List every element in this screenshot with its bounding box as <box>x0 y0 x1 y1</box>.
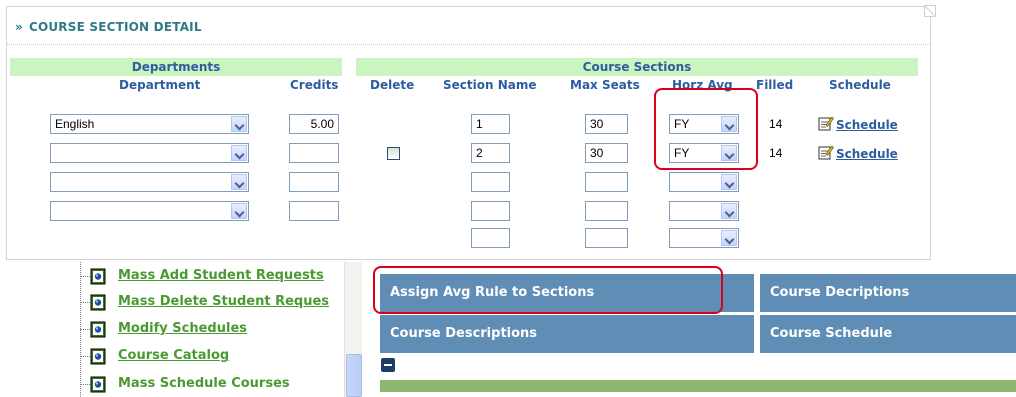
document-icon <box>90 376 106 393</box>
panel-header: » COURSE SECTION DETAIL <box>7 7 930 45</box>
section-name-input[interactable] <box>471 201 510 221</box>
chevron-down-icon[interactable] <box>231 174 247 190</box>
course-sections-group-header: Course Sections <box>356 58 918 76</box>
schedule-link[interactable]: Schedule <box>818 144 898 161</box>
horz-avg-select[interactable]: FY <box>669 114 739 134</box>
chevron-down-icon[interactable] <box>721 174 737 190</box>
delete-checkbox[interactable] <box>387 147 400 160</box>
tree-item-modify-schedules[interactable]: Modify Schedules <box>60 317 360 343</box>
document-icon <box>90 268 106 285</box>
tree-connector <box>80 329 90 330</box>
column-header-delete: Delete <box>370 78 415 92</box>
max-seats-input[interactable] <box>585 201 628 221</box>
column-header-filled: Filled <box>756 78 794 92</box>
document-icon <box>90 294 106 311</box>
tree-connector <box>80 356 90 357</box>
max-seats-input[interactable] <box>585 172 628 192</box>
navigation-tree: Mass Add Student Requests Mass Delete St… <box>60 262 364 397</box>
department-select[interactable] <box>50 201 249 221</box>
horz-avg-select-value: FY <box>674 117 690 131</box>
green-section-bar <box>380 380 1016 392</box>
panel-title-text: COURSE SECTION DETAIL <box>28 20 202 34</box>
column-header-max-seats: Max Seats <box>570 78 640 92</box>
credits-input[interactable] <box>289 201 339 221</box>
department-select[interactable] <box>50 172 249 192</box>
chevron-down-icon[interactable] <box>721 203 737 219</box>
course-descriptions-tile[interactable]: Course Descriptions <box>380 315 754 353</box>
section-name-input[interactable] <box>471 172 510 192</box>
departments-group-header: Departments <box>10 58 342 76</box>
credits-input[interactable]: 5.00 <box>289 114 339 134</box>
column-header-schedule: Schedule <box>829 78 891 92</box>
vertical-scrollbar[interactable] <box>344 262 362 397</box>
tree-item-label[interactable]: Course Catalog <box>118 348 229 363</box>
column-header-horz-avg: Horz Avg <box>672 78 733 92</box>
tree-item-label[interactable]: Mass Add Student Requests <box>118 268 324 283</box>
max-seats-input[interactable]: 30 <box>585 114 628 134</box>
horz-avg-select[interactable] <box>669 201 739 221</box>
section-name-input[interactable]: 1 <box>471 114 510 134</box>
max-seats-input[interactable]: 30 <box>585 143 628 163</box>
tree-item-mass-schedule-courses[interactable]: Mass Schedule Courses <box>60 372 360 397</box>
tree-item-label[interactable]: Mass Schedule Courses <box>118 376 290 391</box>
tree-item-mass-delete-student-requests[interactable]: Mass Delete Student Reques <box>60 290 360 316</box>
filled-count: 14 <box>769 117 783 131</box>
filled-count: 14 <box>769 146 783 160</box>
course-decriptions-tile[interactable]: Course Decriptions <box>760 274 1016 312</box>
chevron-down-icon[interactable] <box>721 116 737 132</box>
document-icon <box>90 348 106 365</box>
tree-connector <box>80 276 90 277</box>
tree-item-label[interactable]: Modify Schedules <box>118 321 247 336</box>
tree-item-mass-add-student-requests[interactable]: Mass Add Student Requests <box>60 264 360 290</box>
assign-avg-rule-tile[interactable]: Assign Avg Rule to Sections <box>380 274 754 312</box>
minus-icon[interactable] <box>381 358 395 372</box>
chevron-down-icon[interactable] <box>721 230 737 246</box>
credits-input[interactable] <box>289 143 339 163</box>
chevron-down-icon[interactable] <box>231 203 247 219</box>
scrollbar-thumb[interactable] <box>346 354 362 397</box>
max-seats-input[interactable] <box>585 228 628 248</box>
column-header-section-name: Section Name <box>443 78 537 92</box>
chevron-down-icon[interactable] <box>231 145 247 161</box>
tree-vertical-connector <box>80 262 81 397</box>
chevron-down-icon[interactable] <box>721 145 737 161</box>
section-name-input[interactable] <box>471 228 510 248</box>
department-select[interactable]: English <box>50 114 249 134</box>
edit-note-icon <box>818 116 834 131</box>
tree-connector <box>80 384 90 385</box>
column-header-credits: Credits <box>290 78 339 92</box>
tree-connector <box>80 302 90 303</box>
department-select[interactable] <box>50 143 249 163</box>
document-icon <box>90 321 106 338</box>
schedule-link-text[interactable]: Schedule <box>836 118 898 132</box>
department-select-value: English <box>55 117 95 131</box>
horz-avg-select-value: FY <box>674 146 690 160</box>
horz-avg-select[interactable] <box>669 228 739 248</box>
tree-item-course-catalog[interactable]: Course Catalog <box>60 344 360 370</box>
course-schedule-tile[interactable]: Course Schedule <box>760 315 1016 353</box>
schedule-link[interactable]: Schedule <box>818 115 898 132</box>
section-name-input[interactable]: 2 <box>471 143 510 163</box>
chevron-down-icon[interactable] <box>231 116 247 132</box>
double-chevron-icon: » <box>15 20 23 34</box>
horz-avg-select[interactable]: FY <box>669 143 739 163</box>
corner-fold-icon <box>924 5 936 17</box>
horz-avg-select[interactable] <box>669 172 739 192</box>
panel-title: » COURSE SECTION DETAIL <box>15 20 202 34</box>
edit-note-icon <box>818 145 834 160</box>
schedule-link-text[interactable]: Schedule <box>836 147 898 161</box>
credits-input[interactable] <box>289 172 339 192</box>
column-header-department: Department <box>119 78 201 92</box>
tree-item-label[interactable]: Mass Delete Student Reques <box>118 294 329 309</box>
